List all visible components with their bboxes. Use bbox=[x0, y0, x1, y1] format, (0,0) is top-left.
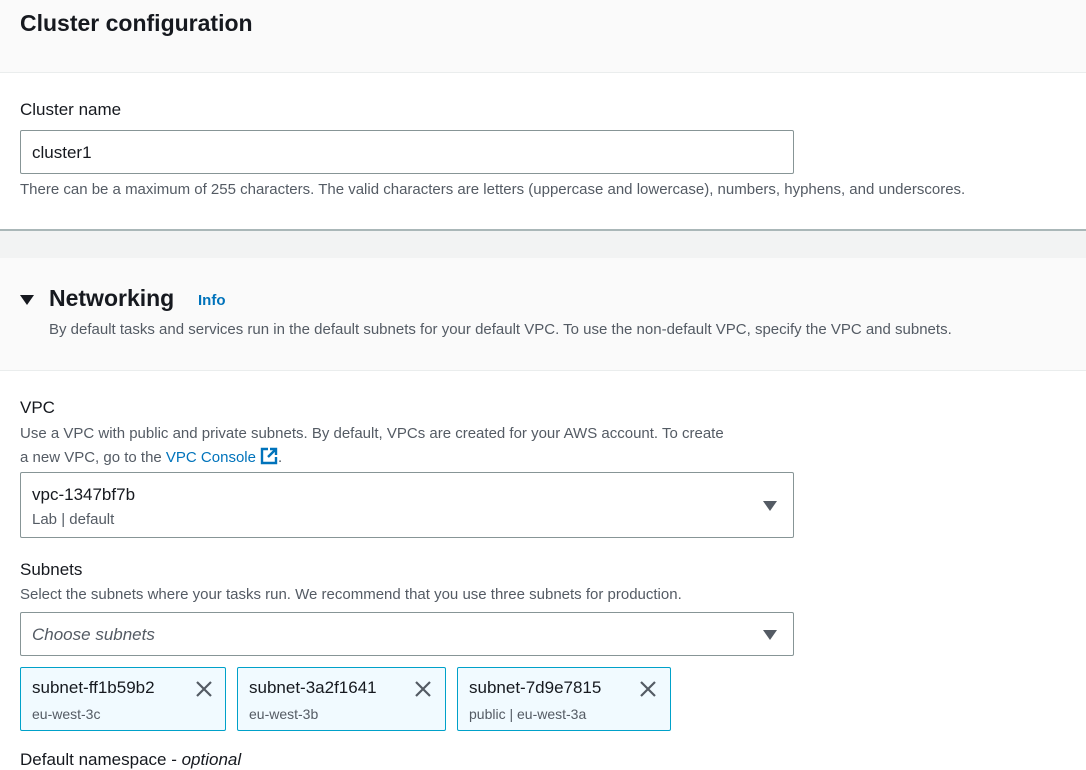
subnets-select[interactable]: Choose subnets bbox=[20, 612, 794, 656]
section-divider bbox=[0, 229, 1086, 259]
caret-down-icon[interactable] bbox=[763, 501, 777, 511]
subnet-token: subnet-ff1b59b2 eu-west-3c bbox=[20, 667, 226, 731]
cluster-name-label: Cluster name bbox=[20, 100, 122, 119]
close-icon[interactable] bbox=[639, 680, 657, 698]
info-link[interactable]: Info bbox=[198, 292, 226, 309]
subnet-token-name: subnet-7d9e7815 bbox=[469, 678, 602, 697]
subnets-placeholder: Choose subnets bbox=[32, 625, 155, 644]
cluster-name-hint: There can be a maximum of 255 characters… bbox=[20, 181, 966, 198]
caret-down-icon[interactable] bbox=[763, 630, 777, 640]
subnet-token-detail: public | eu-west-3a bbox=[469, 706, 587, 722]
networking-description: By default tasks and services run in the… bbox=[49, 321, 952, 338]
optional-marker: optional bbox=[181, 750, 242, 769]
vpc-hint-prefix: a new VPC, go to the bbox=[20, 449, 166, 466]
vpc-hint-suffix: . bbox=[277, 449, 283, 466]
cluster-name-value: cluster1 bbox=[32, 143, 92, 162]
external-link-icon[interactable] bbox=[260, 447, 278, 469]
vpc-console-link[interactable]: VPC Console bbox=[166, 449, 256, 466]
namespace-label-text: Default namespace - optional bbox=[20, 750, 242, 769]
vpc-label: VPC bbox=[20, 398, 55, 417]
vpc-selected-value: vpc-1347bf7b bbox=[32, 485, 136, 504]
subnet-token-detail: eu-west-3b bbox=[249, 706, 319, 722]
subnet-token: subnet-7d9e7815 public | eu-west-3a bbox=[457, 667, 671, 731]
caret-down-icon[interactable] bbox=[20, 295, 34, 305]
subnet-token-detail: eu-west-3c bbox=[32, 706, 101, 722]
close-icon[interactable] bbox=[195, 680, 213, 698]
subnet-token-name: subnet-3a2f1641 bbox=[249, 678, 377, 697]
section-title: Cluster configuration bbox=[20, 10, 253, 36]
cluster-name-input[interactable]: cluster1 bbox=[20, 130, 794, 174]
cluster-configuration-header: Cluster configuration bbox=[0, 0, 1086, 73]
vpc-hint-line1: Use a VPC with public and private subnet… bbox=[20, 425, 724, 442]
subnets-hint: Select the subnets where your tasks run.… bbox=[20, 586, 682, 603]
close-icon[interactable] bbox=[414, 680, 432, 698]
subnet-token: subnet-3a2f1641 eu-west-3b bbox=[237, 667, 446, 731]
networking-title[interactable]: Networking bbox=[49, 285, 174, 312]
default-namespace-label: Default namespace - optional bbox=[20, 750, 241, 770]
subnet-token-name: subnet-ff1b59b2 bbox=[32, 678, 155, 697]
vpc-select[interactable]: vpc-1347bf7b Lab | default bbox=[20, 472, 794, 538]
subnets-label: Subnets bbox=[20, 560, 83, 579]
vpc-selected-subtext: Lab | default bbox=[32, 511, 115, 528]
networking-header[interactable]: Networking Info By default tasks and ser… bbox=[0, 258, 1086, 371]
vpc-hint-line2: a new VPC, go to the VPC Console. bbox=[20, 447, 282, 469]
